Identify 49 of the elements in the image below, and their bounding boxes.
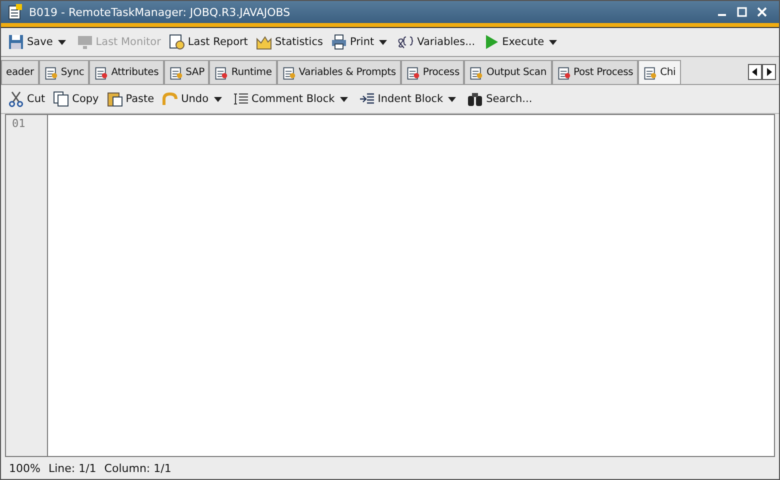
tab[interactable]: Runtime <box>209 60 277 84</box>
tab[interactable]: Output Scan <box>464 60 552 84</box>
toolbar-button[interactable]: Last Report <box>166 32 251 52</box>
toolbar-button[interactable]: Execute <box>480 32 548 52</box>
caret-icon[interactable] <box>448 96 456 102</box>
comment-lines-icon <box>232 91 249 107</box>
line-position: Line: 1/1 <box>48 462 96 474</box>
editor-button[interactable]: Paste <box>104 89 158 109</box>
editor-button[interactable]: Undo <box>159 89 212 109</box>
tab[interactable]: Post Process <box>552 60 638 84</box>
tab[interactable]: Chi <box>638 60 681 84</box>
tab[interactable]: Attributes <box>89 60 164 84</box>
scroll-left-icon[interactable] <box>748 64 762 80</box>
scissors-icon <box>8 91 24 107</box>
editor-button[interactable]: Search... <box>464 89 536 109</box>
column-position: Column: 1/1 <box>104 462 172 474</box>
monitor-icon <box>76 34 93 50</box>
toolbar-button[interactable]: Variables... <box>395 32 478 52</box>
window-title: B019 - RemoteTaskManager: JOBQ.R3.JAVAJOBS <box>29 6 290 18</box>
play-icon <box>483 34 500 50</box>
variables-icon <box>398 34 414 50</box>
editor-button[interactable]: Comment Block <box>230 89 338 109</box>
zoom-level: 100% <box>9 462 40 474</box>
tab[interactable]: Sync <box>38 60 90 84</box>
toolbar-button[interactable]: Save <box>5 32 56 52</box>
tab[interactable]: eader <box>1 60 39 84</box>
editor-button[interactable]: Copy <box>50 89 102 109</box>
toolbar-button[interactable]: Statistics <box>252 32 326 52</box>
editor-button[interactable]: Indent Block <box>356 89 446 109</box>
toolbar-button[interactable]: Print <box>328 32 378 52</box>
scroll-right-icon[interactable] <box>762 64 776 80</box>
tab[interactable]: Process <box>400 60 464 84</box>
document-icon <box>168 66 183 80</box>
binoculars-icon <box>467 91 484 107</box>
caret-icon[interactable] <box>379 40 388 44</box>
clipboard-icon <box>106 91 123 107</box>
caret-icon[interactable] <box>214 96 222 102</box>
tab[interactable]: SAP <box>164 60 210 84</box>
line-number: 01 <box>12 117 26 130</box>
printer-icon <box>330 34 347 50</box>
maximize-icon[interactable] <box>737 7 747 17</box>
caret-icon[interactable] <box>340 96 348 102</box>
tab[interactable]: Variables & Prompts <box>276 60 401 84</box>
caret-icon[interactable] <box>549 40 558 44</box>
document-icon <box>7 4 23 20</box>
close-icon[interactable] <box>757 7 767 17</box>
copy-icon <box>53 91 70 107</box>
caret-icon[interactable] <box>58 40 66 44</box>
editor-button[interactable]: Cut <box>5 89 48 109</box>
